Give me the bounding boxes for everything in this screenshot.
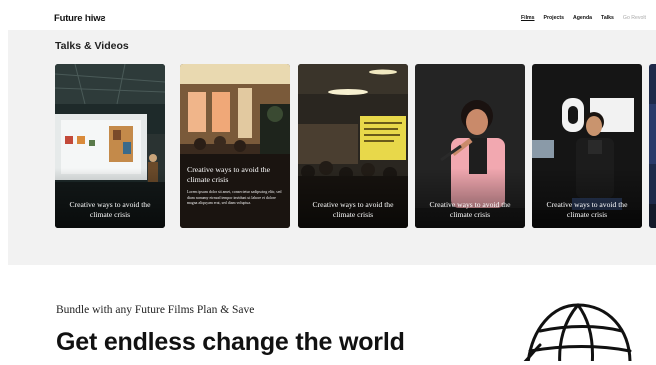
nav-films[interactable]: Films	[521, 15, 535, 21]
future-logo[interactable]: Future swirl	[54, 13, 106, 24]
video-card-2[interactable]: Creative ways to avoid the climate crisi…	[180, 64, 290, 228]
browser-viewport: Future swirl Films Projects Agenda Talks …	[8, 6, 656, 361]
logo-mirrored-word: swirl	[85, 13, 107, 24]
card-4-title: Creative ways to avoid the climate crisi…	[429, 200, 511, 219]
nav-talks[interactable]: Talks	[601, 15, 614, 21]
video-card-4[interactable]: Creative ways to avoid the climate crisi…	[415, 64, 525, 228]
section-title: Talks & Videos	[55, 40, 129, 52]
video-card-6-partial[interactable]	[649, 64, 656, 228]
nav-projects[interactable]: Projects	[544, 15, 564, 21]
video-card-3[interactable]: Creative ways to avoid the climate crisi…	[298, 64, 408, 228]
promo-headline: Get endless change the world	[56, 328, 405, 356]
bundle-text: Bundle with any Future Films Plan & Save	[56, 304, 255, 316]
promo-section: Bundle with any Future Films Plan & Save…	[8, 265, 656, 361]
main-nav: Films Projects Agenda Talks Go Revolt	[521, 15, 646, 21]
card-6-thumbnail	[649, 64, 656, 228]
top-navigation-bar: Future swirl Films Projects Agenda Talks …	[8, 6, 656, 30]
card-5-title: Creative ways to avoid the climate crisi…	[546, 200, 628, 219]
nav-go-revolt[interactable]: Go Revolt	[623, 15, 646, 21]
card-2-title: Creative ways to avoid the climate crisi…	[187, 165, 271, 184]
card-3-title: Creative ways to avoid the climate crisi…	[312, 200, 394, 219]
globe-icon	[523, 303, 632, 361]
card-2-description: Lorem ipsum dolor sit amet, consectetur …	[187, 190, 282, 206]
nav-agenda[interactable]: Agenda	[573, 15, 592, 21]
video-card-5[interactable]: Creative ways to avoid the climate crisi…	[532, 64, 642, 228]
video-card-1[interactable]: Creative ways to avoid the climate crisi…	[55, 64, 165, 228]
card-1-title: Creative ways to avoid the climate crisi…	[69, 200, 151, 219]
